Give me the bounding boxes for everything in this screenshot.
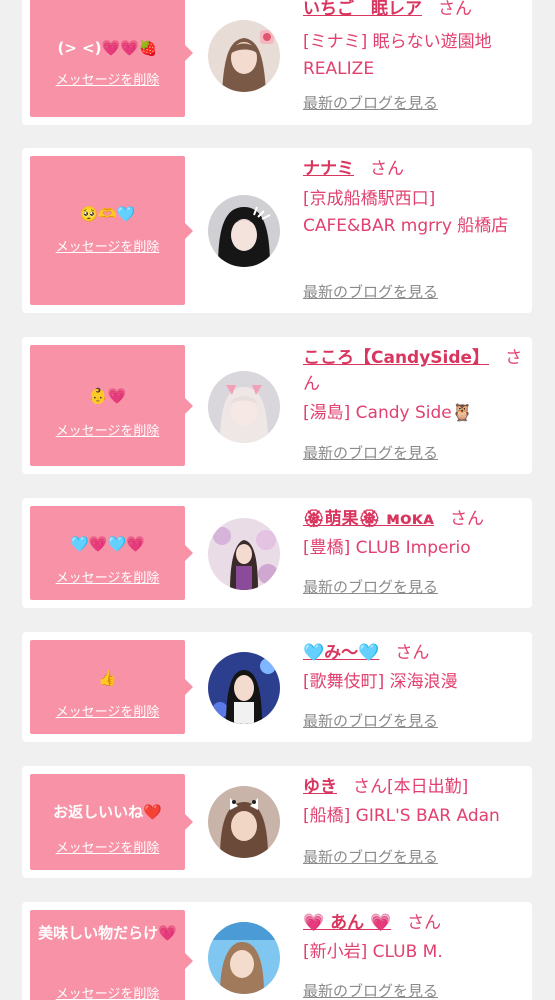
avatar[interactable] bbox=[208, 518, 280, 590]
blog-link[interactable]: 最新のブログを見る bbox=[303, 577, 438, 597]
message-card: 🩵💗🩵💗 メッセージを削除 🏵萌果🏵 ᴍᴏᴋᴀ さん [豊橋] CLUB Impe… bbox=[22, 498, 532, 608]
info: 🩵み〜🩵 さん [歌舞伎町] 深海浪漫 bbox=[303, 640, 528, 696]
delete-message-link[interactable]: メッセージを削除 bbox=[30, 840, 185, 858]
info: ゆき さん[本日出勤] [船橋] GIRL'S BAR Adan bbox=[303, 774, 528, 830]
message-text: 美味しい物だらけ💗 bbox=[38, 924, 177, 942]
profile-name-link[interactable]: 🩵み〜🩵 bbox=[303, 643, 379, 663]
profile-name-link[interactable]: いちご 眠レア bbox=[303, 0, 422, 19]
honorific: さん bbox=[438, 0, 472, 19]
shop-info: [ミナミ] 眠らない遊園地 REALIZE bbox=[303, 32, 492, 79]
message-bubble: お返しいいね❤️ メッセージを削除 bbox=[30, 774, 193, 870]
avatar[interactable] bbox=[208, 20, 280, 92]
blog-link[interactable]: 最新のブログを見る bbox=[303, 93, 438, 113]
delete-message-link[interactable]: メッセージを削除 bbox=[30, 239, 185, 257]
message-card: 美味しい物だらけ💗 メッセージを削除 💗 あん 💗 さん [新小岩] CLUB M… bbox=[22, 902, 532, 1000]
blog-link[interactable]: 最新のブログを見る bbox=[303, 443, 438, 463]
shop-info: [京成船橋駅西口] CAFE&BAR mgrry 船橋店 bbox=[303, 189, 509, 236]
avatar[interactable] bbox=[208, 922, 280, 994]
profile-name-link[interactable]: 💗 あん 💗 bbox=[303, 913, 391, 933]
message-text: 👶💗 bbox=[88, 387, 127, 405]
message-card: (> <)💗💗🍓 メッセージを削除 いちご 眠レア さん [ミナミ] 眠らない遊園… bbox=[22, 0, 532, 125]
blog-link[interactable]: 最新のブログを見る bbox=[303, 711, 438, 731]
message-text: お返しいいね❤️ bbox=[53, 803, 162, 821]
blog-link[interactable]: 最新のブログを見る bbox=[303, 847, 438, 867]
message-text: 🥺🫶🩵 bbox=[79, 205, 136, 223]
message-bubble: (> <)💗💗🍓 メッセージを削除 bbox=[30, 0, 193, 117]
shop-info: [新小岩] CLUB M. bbox=[303, 942, 443, 962]
profile-name-link[interactable]: 🏵萌果🏵 ᴍᴏᴋᴀ bbox=[303, 509, 434, 529]
message-bubble: 👍 メッセージを削除 bbox=[30, 640, 193, 734]
shop-info: [歌舞伎町] 深海浪漫 bbox=[303, 672, 458, 692]
avatar[interactable] bbox=[208, 652, 280, 724]
honorific: さん bbox=[370, 159, 404, 179]
message-bubble: 🩵💗🩵💗 メッセージを削除 bbox=[30, 506, 193, 600]
message-bubble: 美味しい物だらけ💗 メッセージを削除 bbox=[30, 910, 193, 1000]
shop-info: [湯島] Candy Side🦉 bbox=[303, 403, 473, 423]
blog-link[interactable]: 最新のブログを見る bbox=[303, 282, 438, 302]
message-card: 👶💗 メッセージを削除 こころ【CandySide】 さん [湯島] Candy … bbox=[22, 337, 532, 474]
avatar[interactable] bbox=[208, 371, 280, 443]
avatar[interactable] bbox=[208, 195, 280, 267]
delete-message-link[interactable]: メッセージを削除 bbox=[30, 423, 185, 441]
profile-name-link[interactable]: こころ【CandySide】 bbox=[303, 348, 489, 368]
message-card: お返しいいね❤️ メッセージを削除 ゆき さん[本日出勤] [船橋] GIRL'S… bbox=[22, 766, 532, 878]
avatar[interactable] bbox=[208, 786, 280, 858]
honorific: さん bbox=[407, 913, 442, 933]
shop-info: [船橋] GIRL'S BAR Adan bbox=[303, 806, 500, 826]
info: ナナミ さん [京成船橋駅西口] CAFE&BAR mgrry 船橋店 bbox=[303, 156, 528, 240]
honorific: さん bbox=[450, 509, 485, 529]
profile-name-link[interactable]: ナナミ bbox=[303, 159, 354, 179]
info: いちご 眠レア さん [ミナミ] 眠らない遊園地 REALIZE bbox=[303, 0, 528, 83]
profile-name-link[interactable]: ゆき bbox=[303, 777, 337, 797]
message-text: 🩵💗🩵💗 bbox=[70, 535, 145, 553]
info: こころ【CandySide】 さん [湯島] Candy Side🦉 bbox=[303, 345, 528, 427]
shop-info: [豊橋] CLUB Imperio bbox=[303, 538, 471, 558]
delete-message-link[interactable]: メッセージを削除 bbox=[30, 570, 185, 588]
message-card: 🥺🫶🩵 メッセージを削除 ナナミ さん [京成船橋駅西口] CAFE&BAR mg… bbox=[22, 148, 532, 313]
info: 🏵萌果🏵 ᴍᴏᴋᴀ さん [豊橋] CLUB Imperio bbox=[303, 506, 528, 562]
info: 💗 あん 💗 さん [新小岩] CLUB M. bbox=[303, 910, 528, 966]
message-card: 👍 メッセージを削除 🩵み〜🩵 さん [歌舞伎町] 深海浪漫 最新のブログを見る bbox=[22, 632, 532, 742]
delete-message-link[interactable]: メッセージを削除 bbox=[30, 72, 185, 90]
honorific: さん bbox=[395, 643, 430, 663]
message-text: 👍 bbox=[98, 669, 117, 687]
delete-message-link[interactable]: メッセージを削除 bbox=[30, 704, 185, 722]
message-bubble: 👶💗 メッセージを削除 bbox=[30, 345, 193, 466]
message-bubble: 🥺🫶🩵 メッセージを削除 bbox=[30, 156, 193, 305]
message-text: (> <)💗💗🍓 bbox=[57, 39, 158, 57]
blog-link[interactable]: 最新のブログを見る bbox=[303, 981, 438, 1000]
delete-message-link[interactable]: メッセージを削除 bbox=[30, 986, 185, 1000]
honorific: さん[本日出勤] bbox=[353, 777, 469, 797]
message-list: (> <)💗💗🍓 メッセージを削除 いちご 眠レア さん [ミナミ] 眠らない遊園… bbox=[0, 0, 555, 1000]
